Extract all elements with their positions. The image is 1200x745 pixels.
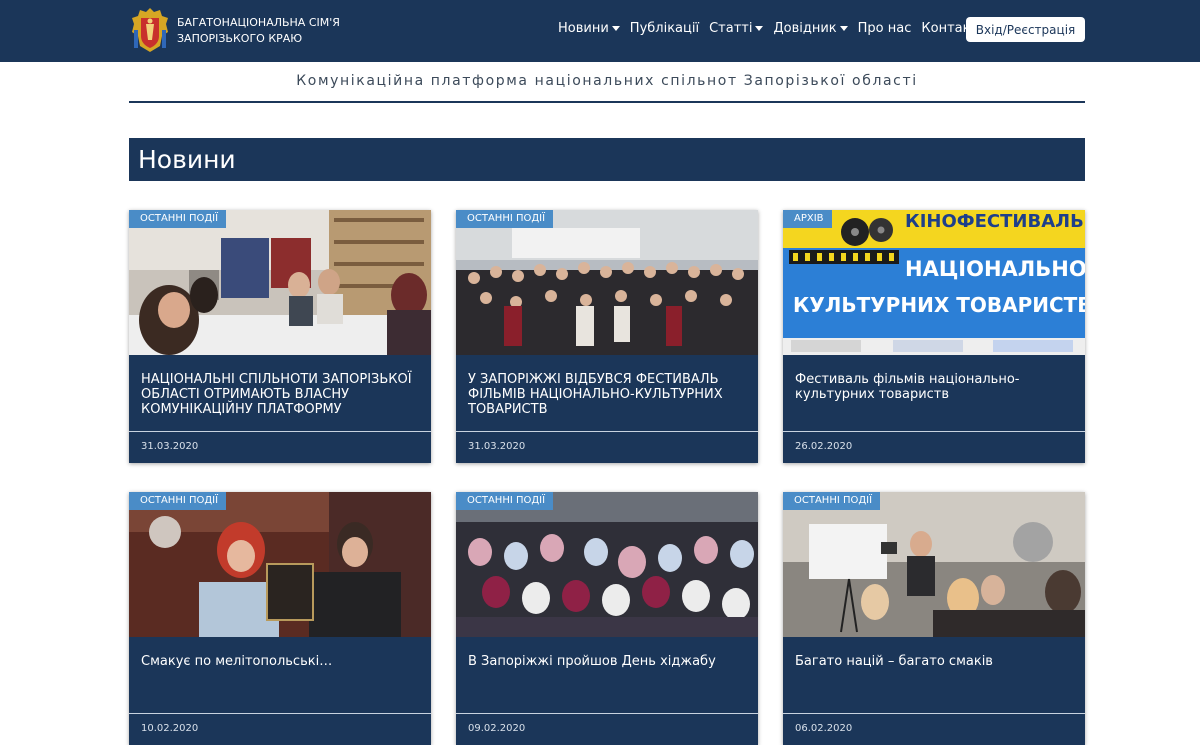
coat-of-arms-icon[interactable] — [130, 6, 170, 54]
nav-item-articles[interactable]: Статті — [709, 21, 764, 36]
main-nav: Новини Публікації Статті Довідник Про на… — [558, 21, 987, 36]
card-divider — [129, 713, 431, 714]
news-card-image[interactable]: КІНОФЕСТИВАЛЬ НАЦІОНАЛЬНО- КУЛЬТУРНИХ ТО… — [783, 210, 1085, 355]
top-navbar: БАГАТОНАЦІОНАЛЬНА СІМ'Я ЗАПОРІЗЬКОГО КРА… — [0, 0, 1200, 62]
card-divider — [783, 713, 1085, 714]
card-divider — [129, 431, 431, 432]
nav-item-publications[interactable]: Публікації — [630, 21, 699, 36]
news-card[interactable]: ОСТАННІ ПОДІЇ У ЗАПОРІЖЖІ ВІДБУВСЯ ФЕСТИ… — [456, 210, 758, 463]
brand-line2: ЗАПОРІЗЬКОГО КРАЮ — [177, 32, 303, 45]
category-badge[interactable]: ОСТАННІ ПОДІЇ — [129, 210, 227, 228]
news-card-title[interactable]: У ЗАПОРІЖЖІ ВІДБУВСЯ ФЕСТИВАЛЬ ФІЛЬМІВ Н… — [468, 372, 753, 417]
category-badge[interactable]: ОСТАННІ ПОДІЇ — [129, 492, 227, 510]
login-register-button[interactable]: Вхід/Реєстрація — [966, 17, 1085, 42]
chevron-down-icon — [755, 26, 764, 31]
news-card-date: 31.03.2020 — [468, 441, 526, 452]
news-card[interactable]: ОСТАННІ ПОДІЇ Смакує по мелітопольські… … — [129, 492, 431, 745]
section-title: Новини — [129, 138, 1085, 181]
poster-line2: НАЦІОНАЛЬНО- — [905, 257, 1085, 281]
news-card-image[interactable]: ОСТАННІ ПОДІЇ — [783, 492, 1085, 637]
brand-line1: БАГАТОНАЦІОНАЛЬНА СІМ'Я — [177, 16, 340, 29]
tagline-divider — [129, 101, 1085, 103]
chevron-down-icon — [611, 26, 620, 31]
brand-name[interactable]: БАГАТОНАЦІОНАЛЬНА СІМ'Я ЗАПОРІЗЬКОГО КРА… — [177, 15, 357, 47]
nav-item-label: Довідник — [773, 21, 837, 36]
nav-item-label: Публікації — [629, 21, 700, 36]
news-card-image[interactable]: ОСТАННІ ПОДІЇ — [456, 492, 758, 637]
nav-item-about[interactable]: Про нас — [858, 21, 912, 36]
news-card[interactable]: КІНОФЕСТИВАЛЬ НАЦІОНАЛЬНО- КУЛЬТУРНИХ ТО… — [783, 210, 1085, 463]
news-card-date: 31.03.2020 — [141, 441, 199, 452]
card-divider — [456, 431, 758, 432]
news-card-image[interactable]: ОСТАННІ ПОДІЇ — [129, 492, 431, 637]
category-badge[interactable]: ОСТАННІ ПОДІЇ — [456, 210, 554, 228]
news-card-date: 06.02.2020 — [795, 723, 853, 734]
nav-item-directory[interactable]: Довідник — [773, 21, 848, 36]
news-card-title[interactable]: Фестиваль фільмів національно-культурних… — [795, 372, 1080, 402]
news-card[interactable]: ОСТАННІ ПОДІЇ В Запоріжжі пройшов День х… — [456, 492, 758, 745]
news-card-date: 26.02.2020 — [795, 441, 853, 452]
site-tagline: Комунікаційна платформа національних спі… — [296, 73, 918, 89]
card-divider — [783, 431, 1085, 432]
nav-item-label: Статті — [709, 21, 753, 36]
news-card-date: 10.02.2020 — [141, 723, 199, 734]
news-card-title[interactable]: В Запоріжжі пройшов День хіджабу — [468, 654, 753, 669]
category-badge[interactable]: ОСТАННІ ПОДІЇ — [783, 492, 881, 510]
poster-line1: КІНОФЕСТИВАЛЬ — [905, 211, 1084, 232]
news-card-title[interactable]: Багато націй – багато смаків — [795, 654, 1080, 669]
news-card-image[interactable]: ОСТАННІ ПОДІЇ — [456, 210, 758, 355]
nav-item-news[interactable]: Новини — [558, 21, 620, 36]
news-card-title[interactable]: НАЦІОНАЛЬНІ СПІЛЬНОТИ ЗАПОРІЗЬКОЇ ОБЛАСТ… — [141, 372, 426, 417]
card-divider — [456, 713, 758, 714]
poster-line3: КУЛЬТУРНИХ ТОВАРИСТВ — [793, 293, 1085, 317]
nav-item-label: Новини — [558, 21, 609, 36]
category-badge[interactable]: ОСТАННІ ПОДІЇ — [456, 492, 554, 510]
news-card-image[interactable]: ОСТАННІ ПОДІЇ — [129, 210, 431, 355]
nav-item-label: Про нас — [857, 21, 912, 36]
news-card[interactable]: ОСТАННІ ПОДІЇ НАЦІОНАЛЬНІ СПІЛЬНОТИ ЗАПО… — [129, 210, 431, 463]
category-badge[interactable]: АРХІВ — [783, 210, 832, 228]
news-card-date: 09.02.2020 — [468, 723, 526, 734]
chevron-down-icon — [839, 26, 848, 31]
news-card-title[interactable]: Смакує по мелітопольські… — [141, 654, 426, 669]
news-card[interactable]: ОСТАННІ ПОДІЇ Багато націй – багато смак… — [783, 492, 1085, 745]
